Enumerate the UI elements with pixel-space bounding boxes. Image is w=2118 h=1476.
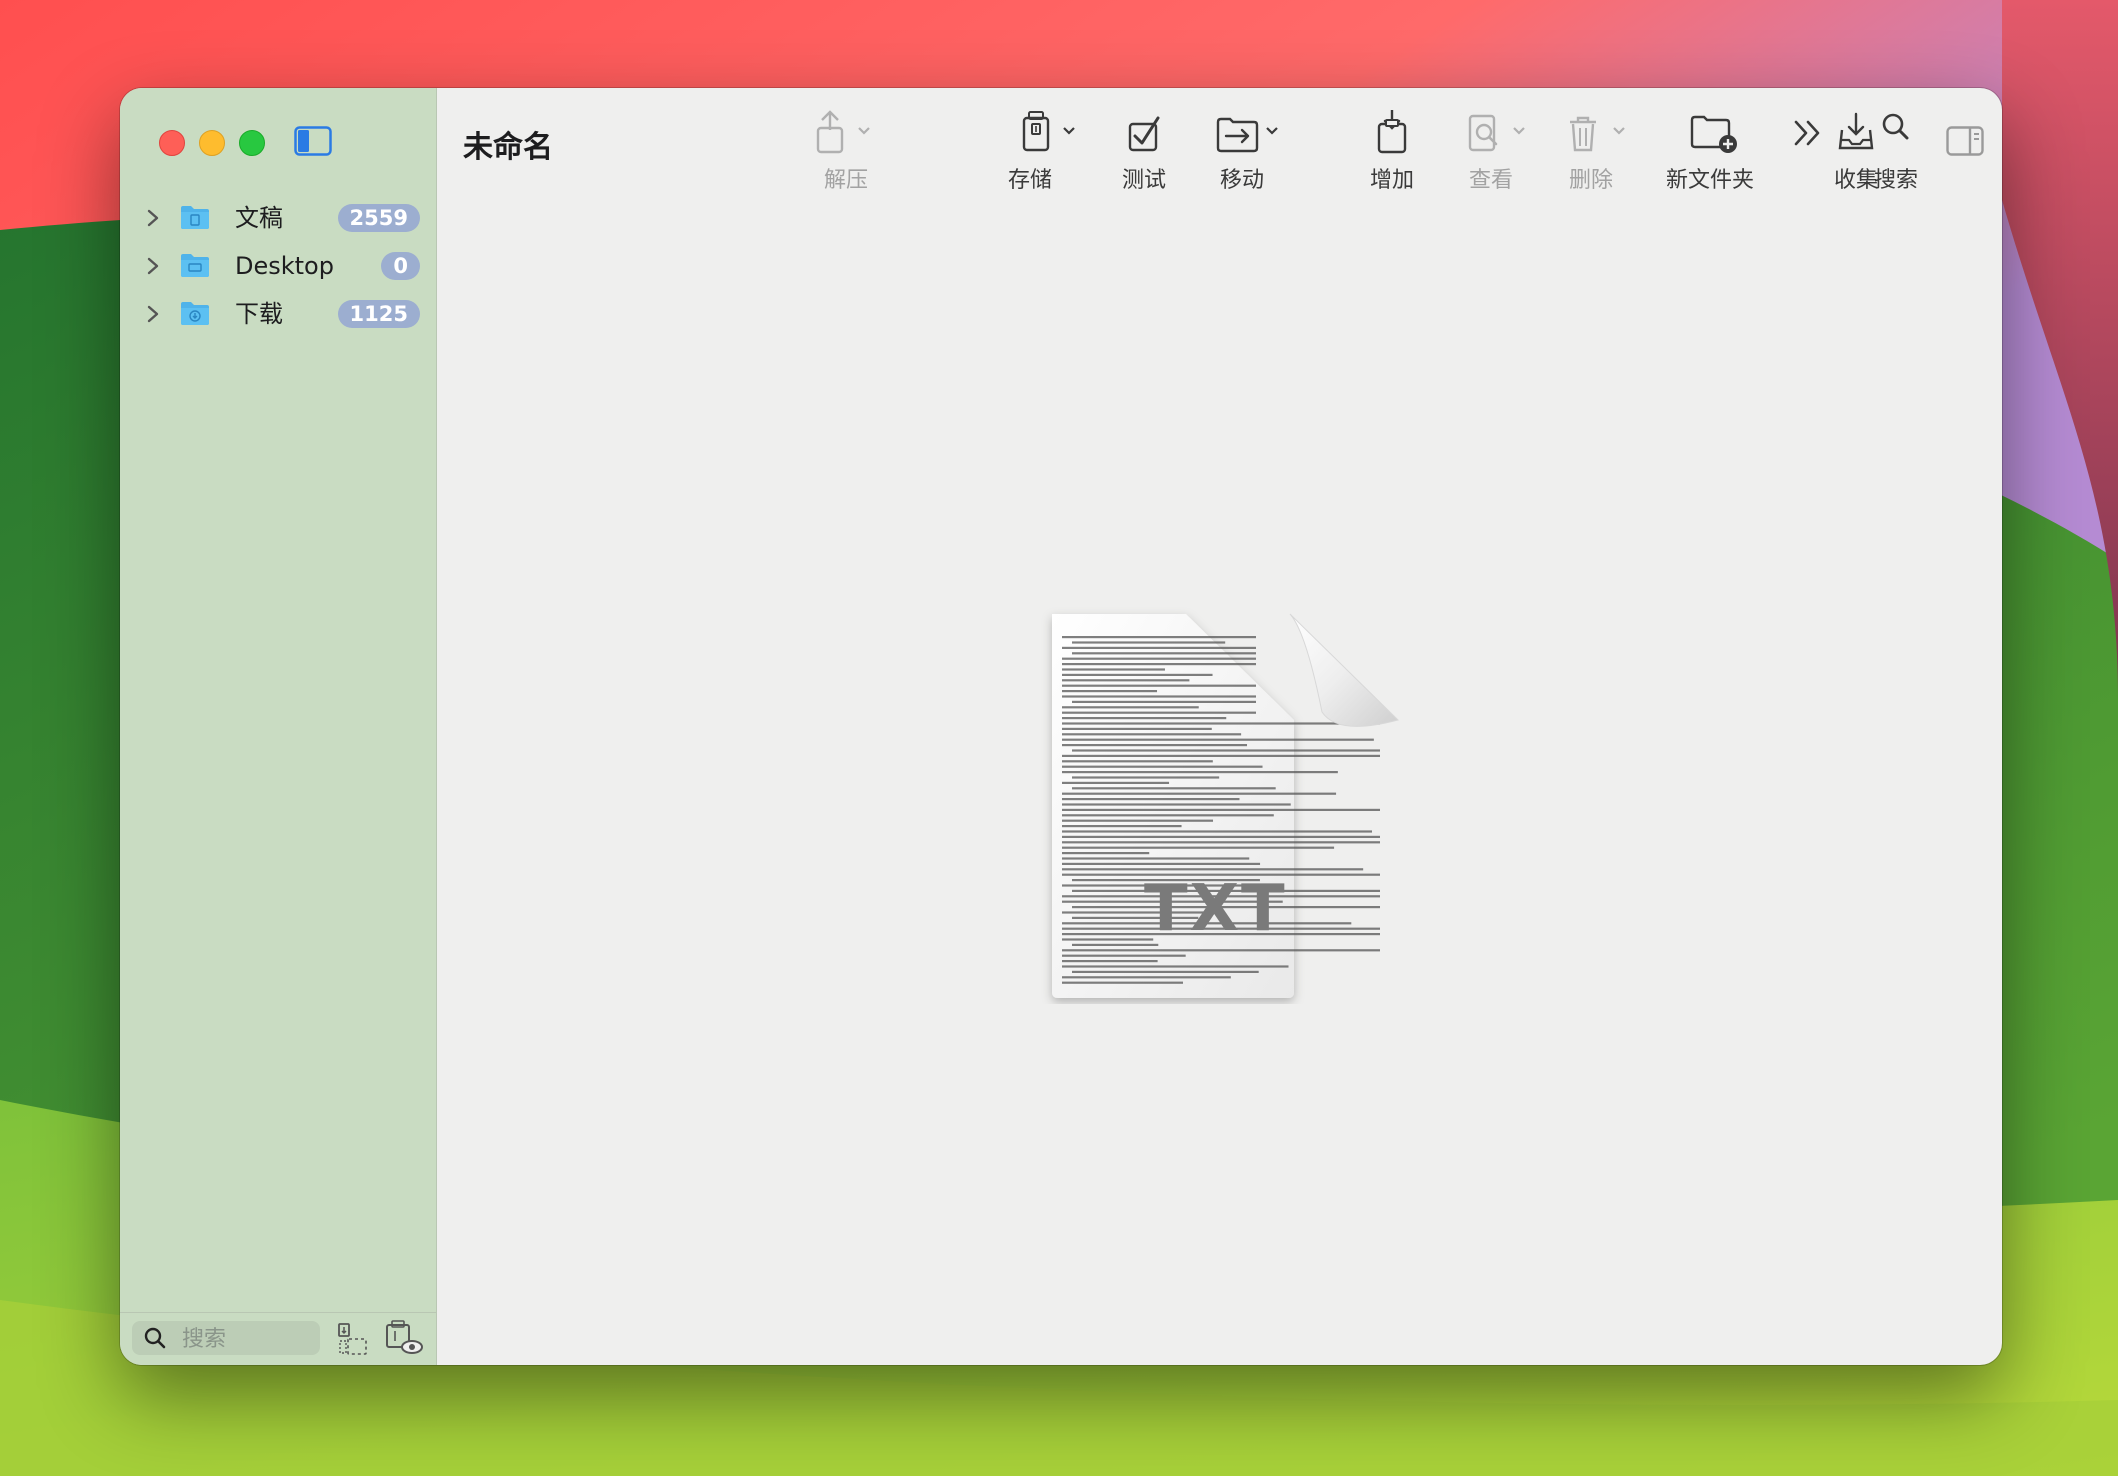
archive-window: 文稿 2559 Desktop 0 下载 1125 搜索 未命名 解压 存储 测… bbox=[120, 88, 2002, 1365]
checkmark-icon bbox=[1128, 116, 1160, 152]
delete-button[interactable]: 删除 bbox=[1552, 110, 1662, 193]
save-label: 存储 bbox=[1007, 168, 1052, 193]
close-window-button[interactable] bbox=[159, 130, 185, 156]
search-icon bbox=[144, 1327, 166, 1349]
test-button[interactable]: 测试 bbox=[1104, 110, 1184, 193]
sidebar: 文稿 2559 Desktop 0 下载 1125 搜索 bbox=[120, 88, 437, 1365]
add-label: 增加 bbox=[1369, 168, 1414, 193]
toolbar-overflow-icon[interactable] bbox=[1792, 118, 1824, 148]
search-label: 搜索 bbox=[1873, 168, 1918, 193]
archive-preview-icon[interactable] bbox=[384, 1319, 424, 1357]
sidebar-item-label: Desktop bbox=[235, 252, 334, 280]
sidebar-footer bbox=[120, 1312, 436, 1365]
item-count-badge: 2559 bbox=[337, 204, 420, 232]
sidebar-item-downloads[interactable]: 下载 1125 bbox=[140, 292, 420, 336]
test-label: 测试 bbox=[1121, 168, 1166, 193]
documents-folder-icon bbox=[181, 206, 209, 229]
sidebar-toggle-icon[interactable] bbox=[294, 126, 332, 156]
add-button[interactable]: 增加 bbox=[1352, 110, 1432, 193]
sidebar-item-label: 文稿 bbox=[235, 204, 283, 232]
move-label: 移动 bbox=[1219, 168, 1264, 193]
txt-file-preview[interactable]: TXT bbox=[1034, 522, 1434, 1004]
sidebar-search-box[interactable] bbox=[132, 1321, 320, 1355]
downloads-folder-icon bbox=[181, 302, 209, 325]
window-title: 未命名 bbox=[463, 130, 553, 165]
file-type-label: TXT bbox=[1144, 872, 1287, 946]
chevron-right-icon[interactable] bbox=[146, 208, 160, 228]
trash-icon bbox=[1570, 116, 1625, 152]
sidebar-item-documents[interactable]: 文稿 2559 bbox=[140, 196, 420, 240]
search-button[interactable]: 搜索 bbox=[1856, 110, 1936, 193]
delete-label: 删除 bbox=[1568, 168, 1613, 193]
extract-icon bbox=[816, 110, 870, 154]
zoom-window-button[interactable] bbox=[239, 130, 265, 156]
view-label: 查看 bbox=[1468, 168, 1513, 193]
chevron-right-icon[interactable] bbox=[146, 256, 160, 276]
inspector-toggle-icon[interactable] bbox=[1946, 126, 1984, 156]
new-folder-button[interactable]: 新文件夹 bbox=[1654, 110, 1766, 193]
desktop-folder-icon bbox=[181, 254, 209, 277]
item-count-badge: 1125 bbox=[337, 300, 420, 328]
filter-icon[interactable] bbox=[336, 1321, 370, 1357]
sidebar-item-label: 下载 bbox=[235, 300, 283, 328]
move-icon bbox=[1216, 117, 1278, 153]
extract-button[interactable]: 解压 bbox=[792, 110, 900, 193]
view-icon bbox=[1468, 114, 1525, 152]
new-folder-label: 新文件夹 bbox=[1665, 168, 1754, 193]
move-button[interactable]: 移动 bbox=[1200, 110, 1320, 193]
item-count-badge: 0 bbox=[381, 252, 420, 280]
sidebar-item-desktop[interactable]: Desktop 0 bbox=[140, 244, 420, 288]
sidebar-search-input[interactable] bbox=[180, 1323, 314, 1355]
chevron-right-icon[interactable] bbox=[146, 304, 160, 324]
search-icon bbox=[1882, 113, 1909, 140]
save-button[interactable]: 存储 bbox=[992, 110, 1092, 193]
minimize-window-button[interactable] bbox=[199, 130, 225, 156]
add-file-icon bbox=[1377, 110, 1407, 154]
new-folder-icon bbox=[1690, 115, 1737, 153]
extract-label: 解压 bbox=[823, 168, 868, 193]
archive-save-icon bbox=[1022, 111, 1075, 152]
